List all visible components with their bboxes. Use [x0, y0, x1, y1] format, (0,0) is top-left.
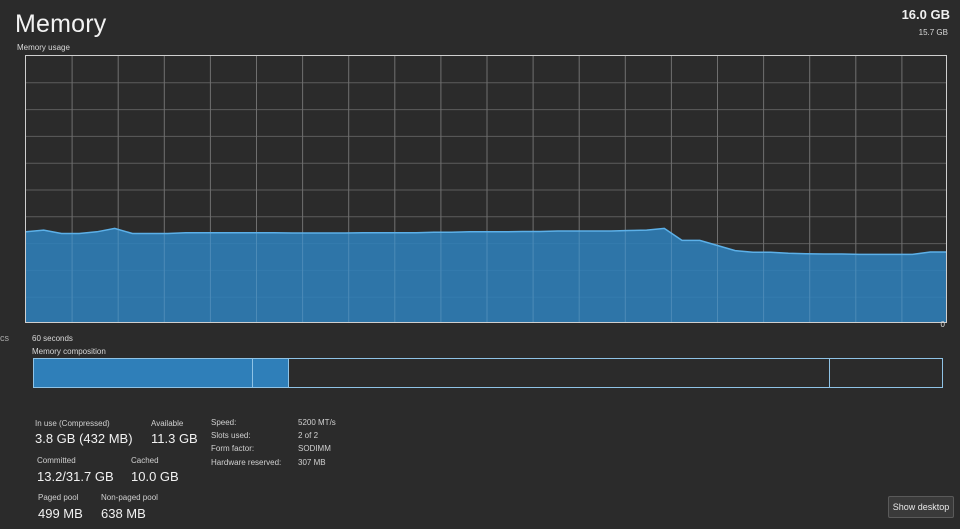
non-paged-pool-label: Non-paged pool — [101, 493, 158, 502]
form-factor-label: Form factor: — [211, 444, 255, 453]
graph-max-label: 15.7 GB — [918, 28, 948, 37]
memory-usage-label: Memory usage — [17, 43, 70, 52]
graph-zero-label: 0 — [940, 320, 945, 329]
total-memory: 16.0 GB — [901, 7, 950, 22]
speed-value: 5200 MT/s — [298, 418, 336, 427]
available-label: Available — [151, 419, 184, 428]
composition-segment-modified — [251, 359, 289, 387]
page-title: Memory — [15, 10, 107, 38]
speed-label: Speed: — [211, 418, 237, 427]
in-use-value: 3.8 GB (432 MB) — [35, 431, 133, 446]
composition-segment-free — [828, 359, 942, 387]
slots-value: 2 of 2 — [298, 431, 319, 440]
available-value: 11.3 GB — [151, 431, 198, 446]
memory-composition-bar — [33, 358, 943, 388]
cropped-text: cs — [0, 333, 9, 343]
cached-label: Cached — [131, 456, 159, 465]
in-use-label: In use (Compressed) — [35, 419, 110, 428]
committed-label: Committed — [37, 456, 76, 465]
cached-value: 10.0 GB — [131, 469, 179, 484]
composition-segment-in-use — [34, 359, 252, 387]
paged-pool-value: 499 MB — [38, 506, 83, 521]
memory-usage-chart — [26, 56, 946, 322]
hardware-reserved-label: Hardware reserved: — [211, 458, 282, 467]
hardware-reserved-value: 307 MB — [298, 458, 326, 467]
slots-label: Slots used: — [211, 431, 251, 440]
composition-segment-standby — [288, 359, 829, 387]
show-desktop-button[interactable]: Show desktop — [888, 496, 954, 518]
committed-value: 13.2/31.7 GB — [37, 469, 114, 484]
paged-pool-label: Paged pool — [38, 493, 79, 502]
non-paged-pool-value: 638 MB — [101, 506, 146, 521]
memory-usage-graph — [25, 55, 947, 323]
time-span-label: 60 seconds — [32, 334, 73, 343]
form-factor-value: SODIMM — [298, 444, 331, 453]
memory-composition-label: Memory composition — [32, 347, 106, 356]
